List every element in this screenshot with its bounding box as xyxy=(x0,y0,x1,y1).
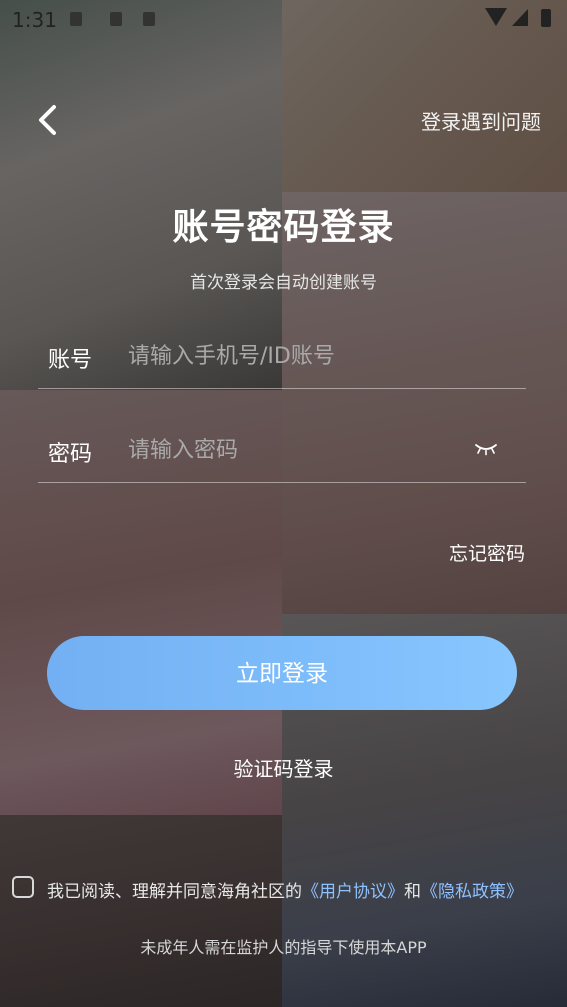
page-subtitle: 首次登录会自动创建账号 xyxy=(190,273,377,293)
account-label: 账号 xyxy=(48,348,93,373)
user-agreement-link[interactable]: 《用户协议》 xyxy=(302,882,404,902)
password-field: 密码 xyxy=(38,422,526,483)
eye-closed-icon[interactable] xyxy=(474,442,498,456)
login-help-link[interactable]: 登录遇到问题 xyxy=(421,106,541,135)
agreement-conjunction: 和 xyxy=(404,882,421,902)
password-input[interactable] xyxy=(128,430,428,470)
agreement-prefix: 我已阅读、理解并同意海角社区的 xyxy=(47,882,302,902)
status-time: 1:31 xyxy=(12,8,57,32)
sim-icon xyxy=(70,12,82,26)
square-icon xyxy=(143,12,155,26)
status-bar: 1:31 xyxy=(0,0,567,36)
dark-overlay xyxy=(0,0,567,1007)
agreement-row: 我已阅读、理解并同意海角社区的《用户协议》和《隐私政策》 xyxy=(12,873,567,903)
login-button[interactable]: 立即登录 xyxy=(47,636,517,710)
background-collage xyxy=(0,0,567,1007)
signal-icon xyxy=(512,9,528,26)
agreement-text: 我已阅读、理解并同意海角社区的《用户协议》和《隐私政策》 xyxy=(47,877,523,902)
verification-code-login-link[interactable]: 验证码登录 xyxy=(0,753,567,782)
account-field: 账号 xyxy=(38,328,526,389)
wifi-icon xyxy=(485,8,507,26)
chevron-left-icon[interactable] xyxy=(34,103,62,137)
account-input[interactable] xyxy=(128,336,458,376)
agreement-checkbox[interactable] xyxy=(12,876,34,898)
square-icon xyxy=(110,12,122,26)
page-title: 账号密码登录 xyxy=(172,207,395,248)
forgot-password-link[interactable]: 忘记密码 xyxy=(449,539,525,566)
battery-icon xyxy=(541,9,551,27)
minor-guardian-note: 未成年人需在监护人的指导下使用本APP xyxy=(140,938,427,957)
password-label: 密码 xyxy=(48,442,93,467)
privacy-policy-link[interactable]: 《隐私政策》 xyxy=(421,882,523,902)
